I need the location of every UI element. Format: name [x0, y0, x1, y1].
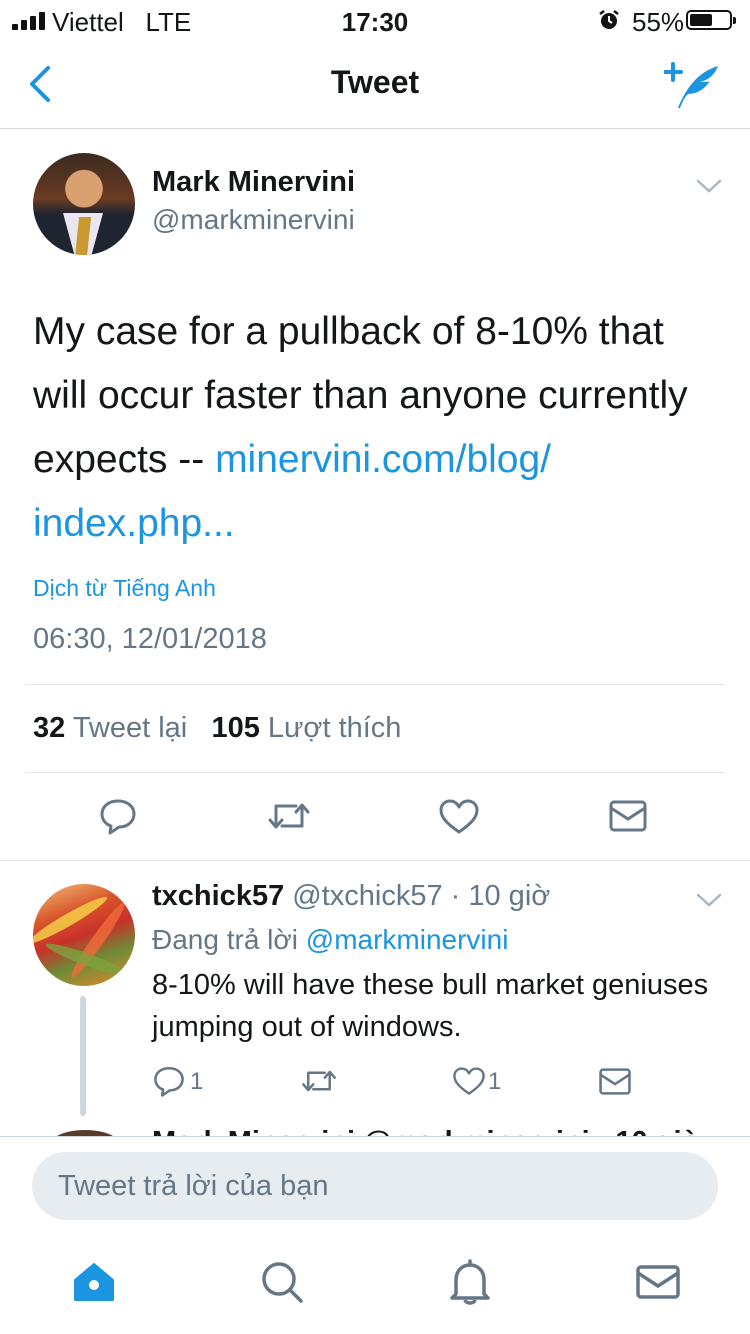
- retweet-label[interactable]: Tweet lại: [73, 712, 187, 744]
- like-label[interactable]: Lượt thích: [268, 712, 402, 744]
- page-title: Tweet: [330, 64, 420, 100]
- battery-icon: [686, 10, 736, 30]
- chevron-down-icon[interactable]: [696, 178, 722, 194]
- reply-text: 8-10% will have these bull market genius…: [152, 969, 709, 1043]
- reply-icon[interactable]: [98, 796, 138, 836]
- reply-author-avatar[interactable]: [33, 884, 135, 986]
- status-bar: Viettel LTE 17:30 55%: [0, 0, 750, 40]
- tab-bar: [0, 1234, 750, 1334]
- messages-envelope-icon[interactable]: [634, 1258, 682, 1306]
- like-heart-icon[interactable]: [438, 798, 480, 836]
- reply-actions: 1 1: [0, 1062, 750, 1102]
- share-envelope-icon[interactable]: [608, 798, 648, 834]
- tweet-timestamp: 06:30, 12/01/2018: [33, 623, 267, 655]
- divider: [25, 684, 725, 685]
- author-avatar[interactable]: [33, 153, 135, 255]
- tweet-stats: 32 Tweet lại 105 Lượt thích: [33, 712, 401, 745]
- share-envelope-icon[interactable]: [598, 1066, 632, 1097]
- translate-link[interactable]: Dịch từ Tiếng Anh: [33, 575, 216, 602]
- search-icon[interactable]: [258, 1258, 306, 1306]
- tweet-text: My case for a pullback of 8-10% that wil…: [33, 300, 723, 556]
- chevron-down-icon[interactable]: [696, 892, 722, 908]
- author-handle[interactable]: @markminervini: [152, 204, 355, 236]
- reply-header: txchick57 @txchick57 · 10 giờ: [152, 880, 550, 913]
- retweet-count[interactable]: 32: [33, 712, 65, 744]
- retweet-icon[interactable]: [300, 1064, 338, 1098]
- reply-author-handle[interactable]: @txchick57: [292, 880, 442, 912]
- replying-to: Đang trả lời @markminervini: [152, 924, 508, 956]
- reply-input[interactable]: [32, 1152, 718, 1220]
- home-icon[interactable]: [70, 1258, 118, 1306]
- reply-like-count: 1: [488, 1068, 502, 1095]
- replying-mention[interactable]: @markminervini: [306, 924, 509, 955]
- divider: [25, 772, 725, 773]
- retweet-icon[interactable]: [266, 796, 312, 836]
- next-tweet-header: Mark Minervini @markminervini · 10 giờ: [152, 1126, 702, 1136]
- divider: [0, 860, 750, 861]
- compose-tweet-icon[interactable]: [664, 60, 722, 112]
- like-heart-icon[interactable]: [452, 1066, 486, 1097]
- navigation-bar: Tweet: [0, 40, 750, 129]
- reply-count: 1: [190, 1068, 204, 1095]
- reply-author-name[interactable]: txchick57: [152, 880, 284, 912]
- author-name[interactable]: Mark Minervini: [152, 166, 355, 199]
- alarm-clock-icon: [599, 10, 619, 29]
- notifications-bell-icon[interactable]: [446, 1258, 494, 1306]
- next-tweet-peek[interactable]: Mark Minervini @markminervini · 10 giờ: [0, 1118, 750, 1136]
- tweet-actions: [0, 790, 750, 850]
- reply-time: · 10 giờ: [450, 880, 551, 912]
- battery-percent: 55%: [632, 7, 685, 37]
- reply-icon[interactable]: [152, 1064, 186, 1098]
- like-count[interactable]: 105: [211, 712, 259, 744]
- replying-label: Đang trả lời: [152, 924, 298, 955]
